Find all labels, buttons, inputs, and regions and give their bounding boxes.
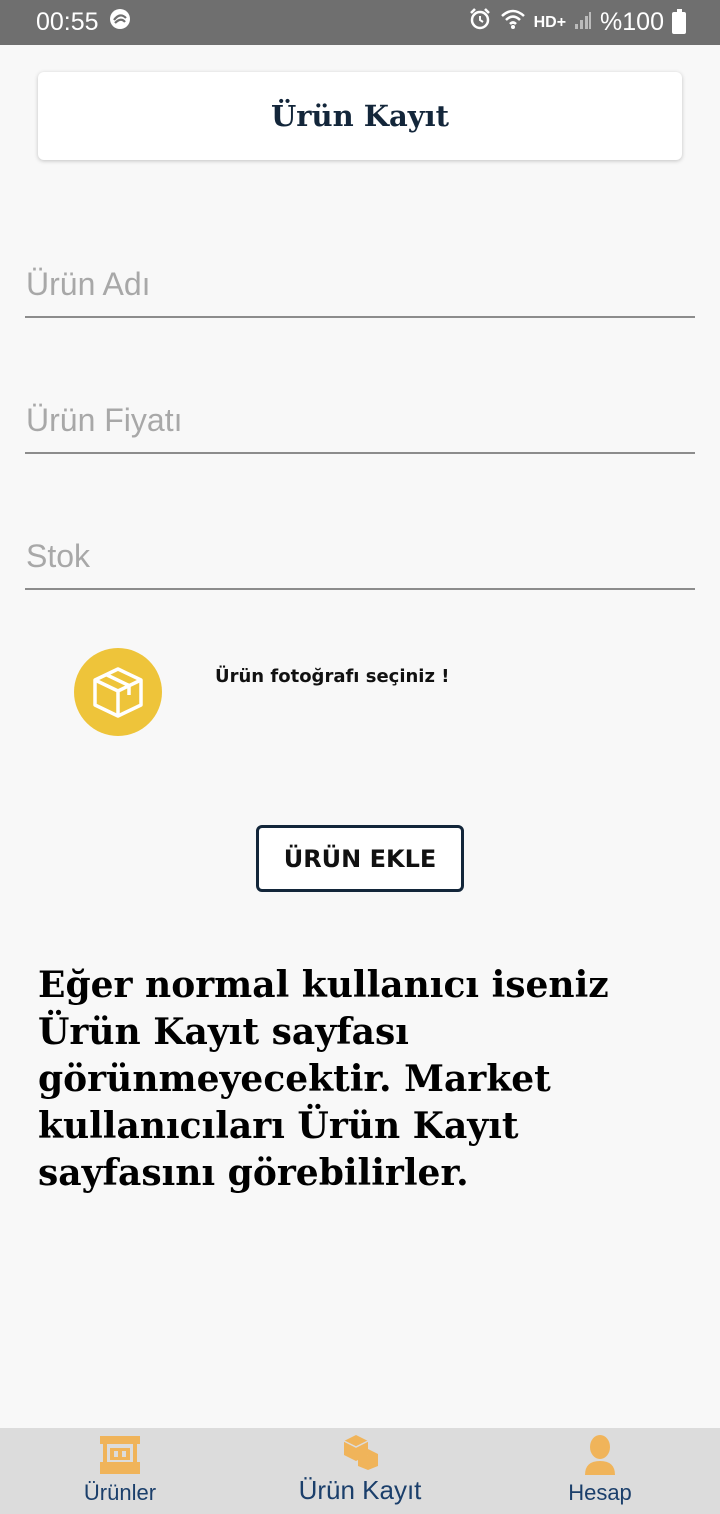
nav-item-account[interactable]: Hesap [480, 1428, 720, 1514]
nav-label-account: Hesap [568, 1480, 632, 1505]
info-text: Eğer normal kullanıcı iseniz Ürün Kayıt … [38, 964, 609, 1194]
status-right: HD+ %100 [468, 7, 686, 38]
stock-input[interactable] [25, 530, 695, 588]
alarm-icon [468, 7, 492, 38]
product-name-input[interactable] [25, 258, 695, 316]
status-bar: 00:55 HD+ %100 [0, 0, 720, 45]
battery-level: %100 [600, 8, 664, 36]
bottom-nav: Ürünler Ürün Kayıt Hesap [0, 1428, 720, 1514]
add-product-button[interactable]: ÜRÜN EKLE [256, 825, 464, 892]
battery-icon [672, 8, 686, 34]
wifi-icon [500, 8, 526, 37]
product-name-field [25, 258, 695, 318]
box-icon [93, 667, 143, 718]
nav-item-products[interactable]: Ürünler [0, 1428, 240, 1514]
status-time: 00:55 [36, 8, 99, 36]
boxes-icon [343, 1435, 378, 1470]
nav-label-products: Ürünler [83, 1480, 157, 1505]
network-type: HD+ [533, 13, 567, 31]
store-icon [100, 1436, 140, 1474]
page-title: Ürün Kayıt [270, 99, 450, 133]
status-left: 00:55 [36, 8, 131, 37]
sync-icon [109, 8, 131, 37]
photo-label: Ürün fotoğrafı seçiniz ! [215, 666, 450, 687]
user-icon [585, 1435, 615, 1475]
header-card: Ürün Kayıt [38, 72, 682, 160]
stock-field [25, 530, 695, 590]
product-price-field [25, 394, 695, 454]
nav-label-product-register: Ürün Kayıt [298, 1475, 422, 1505]
signal-icon [574, 8, 592, 37]
nav-item-product-register[interactable]: Ürün Kayıt [240, 1428, 480, 1514]
product-price-input[interactable] [25, 394, 695, 452]
photo-picker-button[interactable] [74, 648, 162, 736]
